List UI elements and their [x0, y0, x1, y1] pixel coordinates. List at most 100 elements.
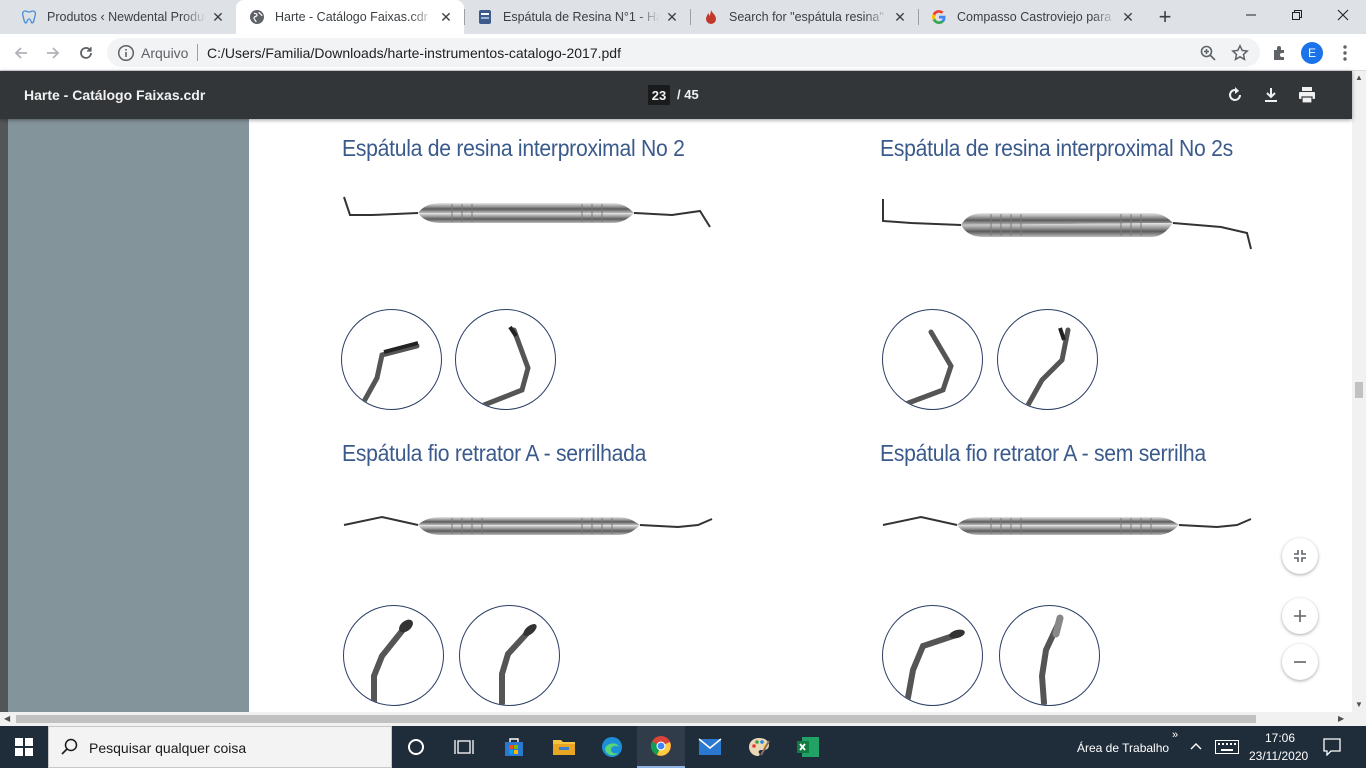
search-icon — [61, 738, 79, 761]
download-icon[interactable] — [1261, 85, 1281, 105]
tab-divider — [918, 9, 919, 25]
fit-to-page-icon[interactable] — [1282, 538, 1318, 574]
product-title: Espátula fio retrator A - sem serrilha — [880, 440, 1206, 466]
scroll-up-arrow-icon[interactable]: ▲ — [1355, 73, 1363, 82]
tab-title: Harte - Catálogo Faixas.cdr — [275, 10, 428, 24]
info-icon[interactable] — [117, 44, 135, 62]
file-scheme-label: Arquivo — [141, 45, 189, 61]
menu-kebab-icon[interactable] — [1331, 39, 1359, 67]
tab-title: Espátula de Resina N°1 - Harte — [503, 10, 660, 24]
close-icon[interactable]: ✕ — [664, 9, 680, 25]
tab-produtos[interactable]: Produtos ‹ Newdental Produtos ✕ — [8, 0, 236, 34]
cortana-circle-icon[interactable] — [392, 726, 440, 768]
vertical-scroll-thumb[interactable] — [1355, 382, 1363, 398]
detail-tip-circle — [999, 605, 1100, 706]
detail-tip-circle — [997, 309, 1098, 410]
tab-harte-catalogo[interactable]: Harte - Catálogo Faixas.cdr ✕ — [236, 0, 464, 34]
tab-strip: Produtos ‹ Newdental Produtos ✕ Harte - … — [0, 0, 1366, 34]
file-explorer-folder-icon[interactable] — [540, 726, 588, 768]
excel-icon[interactable] — [784, 726, 832, 768]
reload-icon[interactable] — [72, 39, 100, 67]
close-icon[interactable]: ✕ — [1120, 9, 1136, 25]
taskbar-search-box[interactable]: Pesquisar qualquer coisa — [48, 726, 392, 768]
windows-start-icon[interactable] — [0, 726, 48, 768]
chrome-browser-icon[interactable] — [637, 726, 685, 768]
bookmark-star-icon[interactable] — [1231, 44, 1249, 62]
scroll-right-arrow-icon[interactable]: ▶ — [1338, 714, 1344, 723]
vertical-scrollbar[interactable]: ▲ ▼ — [1352, 71, 1366, 712]
page-number-input[interactable]: 23 — [648, 85, 670, 105]
instrument-image — [882, 199, 1252, 250]
tab-divider — [464, 9, 465, 25]
horizontal-scroll-thumb[interactable] — [16, 715, 1256, 723]
print-icon[interactable] — [1297, 85, 1317, 105]
detail-tip-circle — [341, 309, 442, 410]
edge-browser-icon[interactable] — [588, 726, 636, 768]
google-icon — [931, 9, 947, 25]
show-hidden-icons-chevron-icon[interactable] — [1190, 740, 1202, 758]
detail-tip-circle — [459, 605, 560, 706]
globe-icon — [249, 9, 265, 25]
rotate-icon[interactable] — [1225, 85, 1245, 105]
close-icon[interactable]: ✕ — [438, 9, 454, 25]
address-bar[interactable]: Arquivo C:/Users/Familia/Downloads/harte… — [107, 38, 1260, 67]
tab-title: Search for "espátula resina" fou — [729, 10, 888, 24]
profile-avatar[interactable]: E — [1301, 42, 1323, 64]
clock-date[interactable]: 23/11/2020 — [1249, 749, 1308, 763]
instrument-image — [343, 515, 713, 535]
new-tab-plus-icon[interactable]: + — [1153, 4, 1177, 29]
detail-tip-circle — [343, 605, 444, 706]
tooth-icon — [21, 9, 37, 25]
tab-title: Produtos ‹ Newdental Produtos — [47, 10, 206, 24]
product-title: Espátula de resina interproximal No 2 — [342, 135, 685, 161]
desktop-toolbar-label[interactable]: Área de Trabalho — [1077, 741, 1169, 755]
tab-compasso[interactable]: Compasso Castroviejo para mi ✕ — [918, 0, 1146, 34]
search-placeholder: Pesquisar qualquer coisa — [89, 740, 247, 756]
back-arrow-icon[interactable] — [7, 39, 35, 67]
extensions-puzzle-icon[interactable] — [1266, 39, 1294, 67]
forward-arrow-icon[interactable] — [39, 39, 67, 67]
tab-title: Compasso Castroviejo para mi — [957, 10, 1116, 24]
zoom-magnifier-icon[interactable] — [1199, 44, 1217, 62]
scroll-left-arrow-icon[interactable]: ◀ — [4, 714, 10, 723]
address-divider — [197, 44, 198, 61]
scroll-down-arrow-icon[interactable]: ▼ — [1355, 700, 1363, 709]
instrument-image — [343, 196, 711, 228]
url-text[interactable]: C:/Users/Familia/Downloads/harte-instrum… — [207, 45, 621, 61]
page-total: / 45 — [677, 87, 699, 102]
tab-espatula-resina[interactable]: Espátula de Resina N°1 - Harte ✕ — [464, 0, 690, 34]
flame-icon — [703, 9, 719, 25]
instrument-image — [882, 515, 1252, 535]
close-icon[interactable]: ✕ — [210, 9, 226, 25]
pdf-title: Harte - Catálogo Faixas.cdr — [24, 87, 206, 103]
horizontal-scrollbar[interactable]: ◀ ▶ — [0, 712, 1366, 726]
task-view-icon[interactable] — [440, 726, 488, 768]
windows-taskbar: Pesquisar qualquer coisa Área de Trabalh… — [0, 726, 1366, 768]
close-icon[interactable]: ✕ — [892, 9, 908, 25]
viewer-gutter — [0, 119, 8, 712]
mail-envelope-icon[interactable] — [686, 726, 734, 768]
tab-search-espatula[interactable]: Search for "espátula resina" fou ✕ — [690, 0, 918, 34]
zoom-out-icon[interactable] — [1282, 644, 1318, 680]
paint-palette-icon[interactable] — [735, 726, 783, 768]
close-window-icon[interactable] — [1320, 0, 1366, 30]
store-bag-icon[interactable] — [490, 726, 538, 768]
chevron-double-right-icon[interactable]: » — [1172, 729, 1178, 741]
product-title: Espátula fio retrator A - serrilhada — [342, 440, 647, 466]
screen: Produtos ‹ Newdental Produtos ✕ Harte - … — [0, 0, 1366, 768]
tab-divider — [690, 9, 691, 25]
product-title: Espátula de resina interproximal No 2s — [880, 135, 1233, 161]
notification-center-icon[interactable] — [1323, 738, 1341, 761]
pdf-toolbar: Harte - Catálogo Faixas.cdr 23 / 45 — [0, 71, 1352, 119]
document-icon — [477, 9, 493, 25]
clock-time[interactable]: 17:06 — [1265, 731, 1295, 745]
minimize-icon[interactable] — [1228, 0, 1274, 30]
keyboard-icon[interactable] — [1215, 740, 1239, 759]
detail-tip-circle — [882, 605, 983, 706]
detail-tip-circle — [882, 309, 983, 410]
pdf-viewport[interactable]: Espátula de resina interproximal No 2 Es… — [0, 119, 1352, 712]
browser-toolbar: Arquivo C:/Users/Familia/Downloads/harte… — [0, 34, 1366, 71]
zoom-in-icon[interactable] — [1282, 598, 1318, 634]
restore-icon[interactable] — [1274, 0, 1320, 30]
page-left-band — [8, 119, 249, 712]
